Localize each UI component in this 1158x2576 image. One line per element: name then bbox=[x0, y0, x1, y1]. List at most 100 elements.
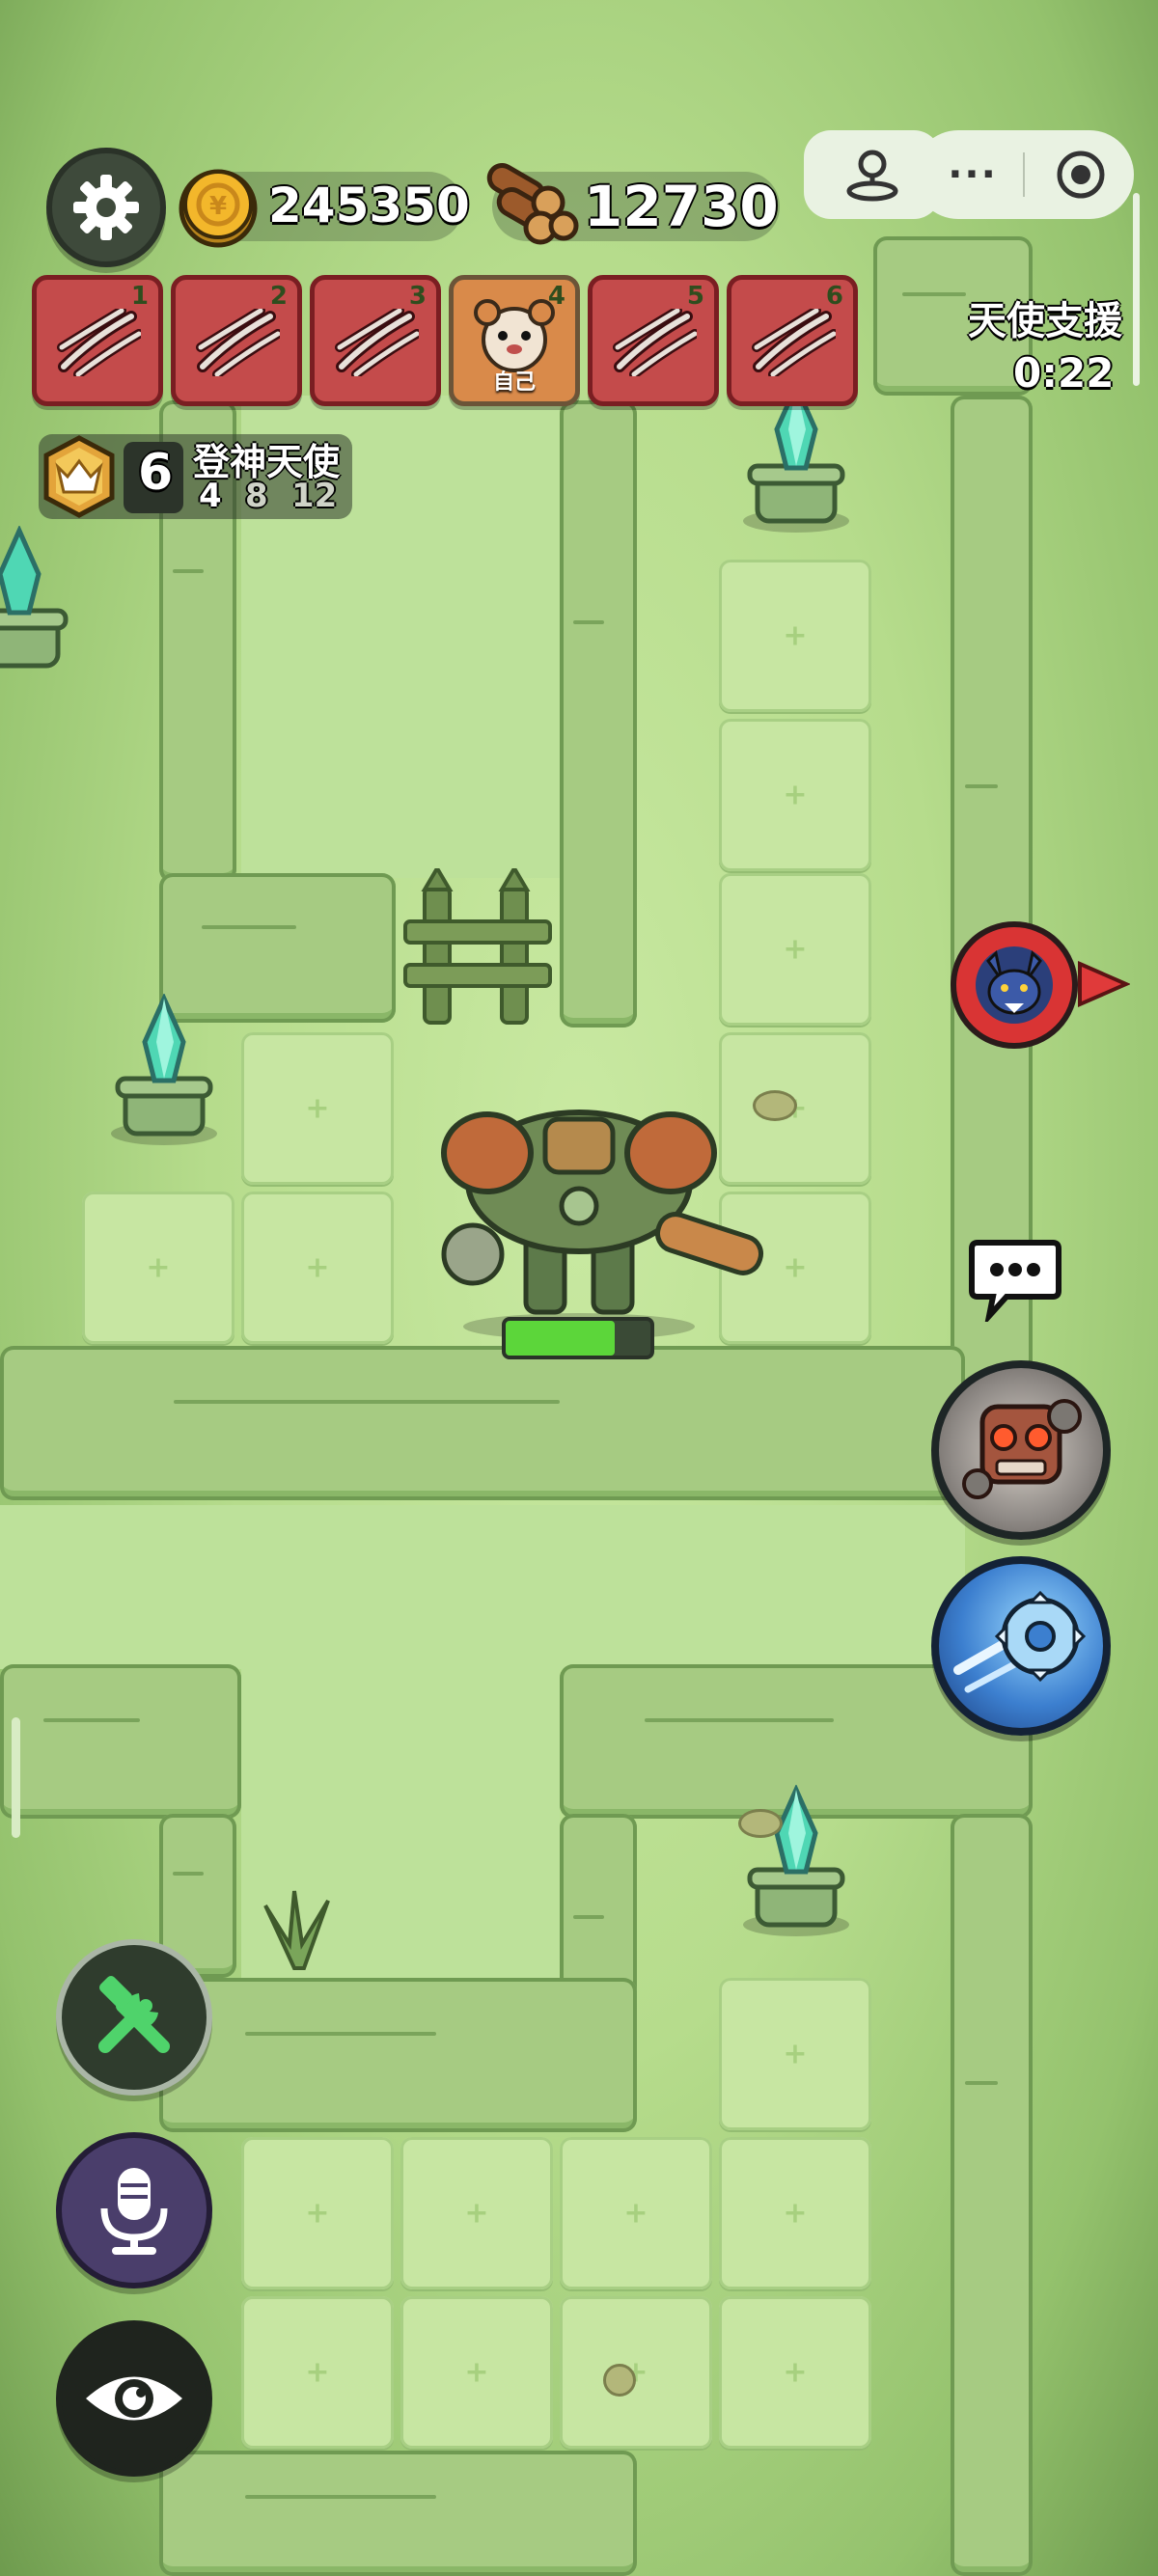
claw-attack-icon bbox=[57, 309, 141, 376]
capsule-divider bbox=[1023, 152, 1025, 197]
profile-icon bbox=[846, 150, 898, 202]
player-card-number: 3 bbox=[408, 282, 427, 311]
more-dots-icon: ··· bbox=[948, 152, 998, 197]
plus-icon: + bbox=[305, 2355, 330, 2390]
build-slot[interactable]: + bbox=[719, 719, 871, 871]
chainsaw-mech-boss bbox=[441, 1110, 763, 1340]
plus-icon: + bbox=[146, 1250, 171, 1285]
wood-amount: 12730 bbox=[584, 174, 779, 239]
build-slot[interactable]: + bbox=[400, 2296, 553, 2449]
boss-health-fill bbox=[506, 1321, 615, 1356]
more-button[interactable]: ··· bbox=[924, 130, 1021, 219]
enemy-direction-arrow bbox=[1078, 960, 1130, 1008]
claw-attack-icon bbox=[196, 309, 280, 376]
wooden-fence bbox=[403, 868, 552, 1025]
claw-attack-icon bbox=[335, 309, 419, 376]
angel-support-label: 天使支援 bbox=[968, 299, 1122, 343]
view-toggle-button[interactable] bbox=[56, 2320, 212, 2477]
rank-milestone-2: 8 bbox=[245, 477, 268, 515]
player-card[interactable]: 5 bbox=[588, 275, 719, 406]
rock bbox=[738, 1809, 783, 1838]
plus-icon: + bbox=[305, 1091, 330, 1126]
claw-attack-icon bbox=[613, 309, 697, 376]
plus-icon: + bbox=[464, 2196, 489, 2231]
chat-button[interactable] bbox=[968, 1235, 1062, 1327]
plus-icon: + bbox=[305, 1250, 330, 1285]
build-slot[interactable]: + bbox=[400, 2137, 553, 2289]
rank-milestone-3: 12 bbox=[291, 477, 338, 515]
player-card[interactable]: 2 bbox=[171, 275, 302, 406]
chat-bubble-icon bbox=[969, 1240, 1062, 1327]
eye-icon bbox=[86, 2376, 182, 2421]
plus-icon: + bbox=[783, 778, 808, 812]
build-slot[interactable]: + bbox=[82, 1192, 234, 1344]
plus-icon: + bbox=[305, 2196, 330, 2231]
plus-icon: + bbox=[464, 2355, 489, 2390]
gold-coin-icon: ¥ bbox=[179, 169, 258, 248]
build-slot[interactable]: + bbox=[241, 1192, 394, 1344]
voice-button[interactable] bbox=[56, 2132, 212, 2288]
angel-badge-icon bbox=[43, 435, 115, 518]
build-button[interactable] bbox=[56, 1939, 212, 2096]
crystal-tower[interactable] bbox=[0, 526, 77, 680]
wolf-enemy-icon bbox=[976, 946, 1053, 1024]
microphone-icon bbox=[100, 2168, 168, 2255]
robot-skull-skill-icon bbox=[962, 1399, 1082, 1499]
saw-blade-skill-button[interactable] bbox=[931, 1556, 1111, 1736]
wood-logs-icon bbox=[486, 163, 579, 245]
gear-icon bbox=[73, 175, 139, 240]
plus-icon: + bbox=[783, 2355, 808, 2390]
wall-block bbox=[159, 1978, 637, 2132]
crystal-tower[interactable] bbox=[738, 1785, 854, 1939]
player-card[interactable]: 3 bbox=[310, 275, 441, 406]
wall-block bbox=[951, 1814, 1033, 2576]
claw-attack-icon bbox=[752, 309, 836, 376]
gold-amount: 245350 bbox=[268, 178, 470, 233]
plus-icon: + bbox=[783, 2196, 808, 2231]
build-slot[interactable]: + bbox=[719, 873, 871, 1026]
player-card[interactable]: 1 bbox=[32, 275, 163, 406]
scroll-indicator bbox=[1133, 193, 1140, 386]
build-slot[interactable]: + bbox=[241, 2137, 394, 2289]
build-slot[interactable]: + bbox=[719, 2296, 871, 2449]
plus-icon: + bbox=[783, 2037, 808, 2071]
hamster-avatar-icon bbox=[474, 299, 555, 372]
build-slot[interactable]: + bbox=[241, 1032, 394, 1185]
build-slot[interactable]: + bbox=[560, 2137, 712, 2289]
grass-tuft bbox=[263, 1890, 330, 1970]
rank-milestone-1: 4 bbox=[199, 477, 222, 515]
game-board: + + + + + + + + + + + + + + + + + bbox=[0, 0, 1158, 2576]
boss-health-bar bbox=[502, 1317, 654, 1359]
player-card-self[interactable]: 4 自己 bbox=[449, 275, 580, 406]
angel-support-timer: 0:22 bbox=[1013, 349, 1115, 397]
build-slot[interactable]: + bbox=[241, 2296, 394, 2449]
player-card-number: 2 bbox=[269, 282, 288, 311]
close-mini-program-button[interactable] bbox=[1037, 130, 1124, 219]
player-card-self-label: 自己 bbox=[492, 370, 536, 395]
plus-icon: + bbox=[783, 932, 808, 967]
build-slot[interactable]: + bbox=[719, 1978, 871, 2130]
build-slot[interactable]: + bbox=[560, 2296, 712, 2449]
settings-button[interactable] bbox=[46, 148, 166, 267]
wall-block bbox=[0, 1664, 241, 1819]
plus-icon: + bbox=[623, 2196, 648, 2231]
player-card-number: 6 bbox=[825, 282, 843, 311]
robot-skill-button[interactable] bbox=[931, 1360, 1111, 1540]
player-card[interactable]: 6 bbox=[727, 275, 858, 406]
incoming-enemy-indicator[interactable] bbox=[951, 921, 1078, 1049]
rank-level: 6 bbox=[138, 444, 174, 502]
crystal-tower[interactable] bbox=[106, 994, 222, 1148]
left-scroll-indicator bbox=[12, 1717, 20, 1838]
build-slot[interactable]: + bbox=[719, 2137, 871, 2289]
rock bbox=[603, 2364, 636, 2397]
player-card-number: 5 bbox=[686, 282, 704, 311]
record-circle-icon bbox=[1057, 151, 1105, 199]
board-path-middle bbox=[0, 1505, 965, 1669]
build-tools-icon bbox=[98, 1975, 170, 2053]
saw-blade-skill-icon bbox=[953, 1590, 1087, 1693]
wall-block bbox=[159, 2451, 637, 2576]
player-card-number: 1 bbox=[130, 282, 149, 311]
wall-block bbox=[560, 400, 637, 1028]
plus-icon: + bbox=[623, 2355, 648, 2390]
build-slot[interactable]: + bbox=[719, 560, 871, 712]
